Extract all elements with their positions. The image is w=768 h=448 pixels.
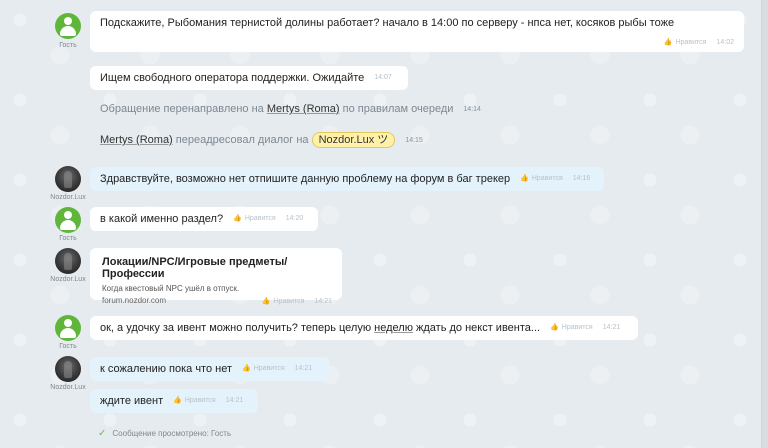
guest-avatar[interactable] — [55, 315, 81, 341]
message-bubble: Ищем свободного оператора поддержки. Ожи… — [90, 66, 408, 90]
avatar-label: Nozdor.Lux — [50, 384, 86, 391]
thumb-up-icon[interactable]: 👍 — [520, 175, 529, 182]
message-time: 14:14 — [463, 105, 481, 113]
guest-avatar[interactable] — [55, 13, 81, 39]
check-icon: ✓ — [98, 428, 107, 439]
system-text: по правилам очереди — [342, 103, 454, 115]
like-button[interactable]: Нравится — [532, 175, 563, 182]
read-status: ✓ Сообщение просмотрено: Гость — [98, 428, 231, 439]
message-text: Подскажите, Рыбомания тернистой долины р… — [100, 17, 675, 29]
system-message: Обращение перенаправлено на Mertys (Roma… — [100, 103, 481, 115]
like-button[interactable]: Нравится — [245, 215, 276, 222]
chat-feed: Гость Подскажите, Рыбомания тернистой до… — [0, 0, 768, 448]
message-text: в какой именно раздел? — [100, 213, 224, 225]
message-text: Ищем свободного оператора поддержки. Ожи… — [100, 72, 365, 84]
read-status-text: Сообщение просмотрено: Гость — [112, 429, 232, 438]
thumb-up-icon[interactable]: 👍 — [233, 215, 242, 222]
avatar-label: Nozdor.Lux — [50, 194, 86, 201]
message-bubble: ждите ивент 👍 Нравится 14:21 — [90, 389, 258, 413]
like-button[interactable]: Нравится — [254, 365, 285, 372]
message-bubble: Здравствуйте, возможно нет отпишите данн… — [90, 167, 604, 191]
like-button[interactable]: Нравится — [274, 298, 305, 305]
thumb-up-icon[interactable]: 👍 — [550, 324, 559, 331]
operator-avatar[interactable] — [55, 166, 81, 192]
message-time: 14:21 — [602, 324, 621, 331]
link-domain[interactable]: forum.nozdor.com — [102, 296, 166, 305]
operator-avatar[interactable] — [55, 356, 81, 382]
message-bubble: в какой именно раздел? 👍 Нравится 14:20 — [90, 207, 318, 231]
system-text: переадресовал диалог на — [175, 134, 309, 146]
message-text: Здравствуйте, возможно нет отпишите данн… — [100, 173, 511, 185]
message-bubble: к сожалению пока что нет 👍 Нравится 14:21 — [90, 357, 330, 381]
message-text: к сожалению пока что нет — [100, 363, 233, 375]
thumb-up-icon[interactable]: 👍 — [173, 397, 182, 404]
operator-avatar[interactable] — [55, 248, 81, 274]
like-button[interactable]: Нравится — [676, 39, 707, 46]
thumb-up-icon[interactable]: 👍 — [664, 39, 673, 46]
operator-tag[interactable]: Nozdor.Lux ツ — [311, 132, 396, 148]
avatar-label: Nozdor.Lux — [50, 276, 86, 283]
thumb-up-icon[interactable]: 👍 — [242, 365, 251, 372]
system-message: Mertys (Roma) переадресовал диалог на No… — [100, 132, 423, 148]
link-preview-card[interactable]: Локации/NPC/Игровые предметы/Профессии К… — [90, 248, 342, 305]
avatar-label: Гость — [59, 235, 77, 242]
message-time: 14:20 — [285, 215, 304, 222]
message-bubble: ок, а удочку за ивент можно получить? те… — [90, 316, 638, 340]
like-button[interactable]: Нравится — [562, 324, 593, 331]
system-text: Обращение перенаправлено на — [100, 103, 264, 115]
message-time: 14:21 — [225, 397, 244, 404]
avatar-label: Гость — [59, 42, 77, 49]
operator-link[interactable]: Mertys (Roma) — [100, 134, 173, 146]
message-time: 14:21 — [314, 297, 332, 305]
message-time: 14:07 — [374, 74, 392, 81]
guest-avatar[interactable] — [55, 207, 81, 233]
link-title[interactable]: Локации/NPC/Игровые предметы/Профессии — [102, 256, 332, 280]
message-time: 14:15 — [405, 136, 423, 144]
like-button[interactable]: Нравится — [185, 397, 216, 404]
thumb-up-icon[interactable]: 👍 — [262, 298, 271, 305]
avatar-label: Гость — [59, 343, 77, 350]
message-time: 14:16 — [572, 175, 591, 182]
message-time: 14:02 — [716, 39, 734, 46]
message-text: ждите ивент — [100, 395, 164, 407]
message-bubble: Подскажите, Рыбомания тернистой долины р… — [90, 11, 744, 52]
message-text: ок, а удочку за ивент можно получить? те… — [100, 322, 541, 334]
operator-link[interactable]: Mertys (Roma) — [267, 103, 340, 115]
link-description: Когда квестовый NPC ушёл в отпуск. — [102, 284, 240, 293]
message-time: 14:21 — [294, 365, 313, 372]
